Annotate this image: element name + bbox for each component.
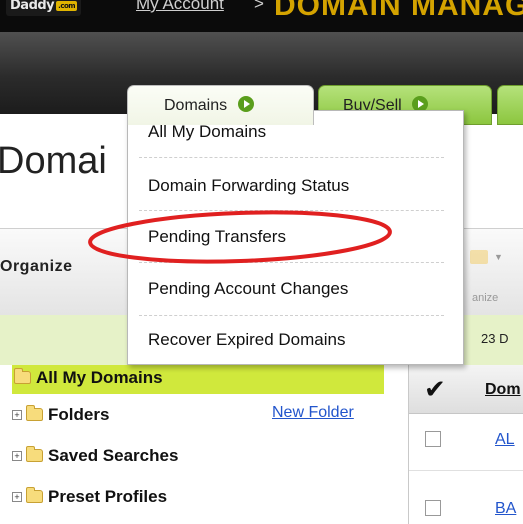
sidebar-item-label: Preset Profiles — [48, 487, 168, 506]
section-title: DOMAIN MANAGER — [274, 0, 523, 22]
folder-icon[interactable] — [470, 250, 488, 264]
organize-label: Organize — [0, 258, 73, 275]
menu-item-pending-transfers[interactable]: Pending Transfers — [148, 227, 286, 247]
folder-icon — [14, 368, 31, 384]
dropdown-arrow-icon[interactable]: ▼ — [494, 252, 503, 262]
sidebar-item-label: Folders — [48, 405, 110, 424]
row-divider — [409, 470, 523, 471]
menu-divider — [139, 210, 444, 211]
folder-icon — [26, 487, 43, 503]
sidebar-item-label: Saved Searches — [48, 446, 179, 465]
menu-divider — [139, 315, 444, 316]
tab-more[interactable] — [497, 85, 523, 125]
expand-icon[interactable]: + — [12, 492, 22, 502]
domain-link[interactable]: BA — [495, 500, 516, 518]
domain-link[interactable]: AL — [495, 431, 515, 449]
expand-icon[interactable]: + — [12, 410, 22, 420]
menu-item-domain-forwarding-status[interactable]: Domain Forwarding Status — [148, 176, 349, 196]
breadcrumb-separator: > — [254, 0, 264, 13]
logo-text: Daddy — [10, 0, 55, 13]
column-header-domain[interactable]: Dom — [485, 381, 521, 399]
arrow-circle-icon — [237, 96, 254, 112]
tab-domains[interactable]: Domains — [127, 85, 314, 125]
top-header: Daddy.com My Account > DOMAIN MANAGER — [0, 0, 523, 32]
folder-icon — [26, 446, 43, 462]
expand-icon[interactable]: + — [12, 451, 22, 461]
sidebar-item-folders[interactable]: + Folders — [12, 405, 109, 425]
select-all-checkmark-icon[interactable]: ✔ — [424, 374, 446, 405]
row-checkbox[interactable] — [425, 500, 441, 516]
menu-item-recover-expired-domains[interactable]: Recover Expired Domains — [148, 330, 345, 350]
row-checkbox[interactable] — [425, 431, 441, 447]
page-title: Domai — [0, 140, 107, 182]
site-logo[interactable]: Daddy .com — [6, 0, 82, 16]
logo-badge: .com — [56, 0, 78, 11]
menu-divider — [139, 262, 444, 263]
my-account-link[interactable]: My Account — [136, 0, 224, 14]
menu-item-all-my-domains[interactable]: All My Domains — [148, 122, 266, 142]
sidebar-item-preset-profiles[interactable]: + Preset Profiles — [12, 487, 167, 507]
menu-item-pending-account-changes[interactable]: Pending Account Changes — [148, 279, 348, 299]
sidebar-item-saved-searches[interactable]: + Saved Searches — [12, 446, 178, 466]
sidebar-item-all-my-domains[interactable]: All My Domains — [14, 368, 163, 388]
sidebar-item-label: All My Domains — [36, 368, 163, 387]
domain-count-label: 23 D — [481, 331, 509, 346]
folder-icon — [26, 405, 43, 421]
organize-caption: anize — [472, 292, 499, 304]
new-folder-link[interactable]: New Folder — [272, 404, 354, 422]
tab-domains-label: Domains — [164, 97, 228, 114]
menu-divider — [139, 157, 444, 158]
